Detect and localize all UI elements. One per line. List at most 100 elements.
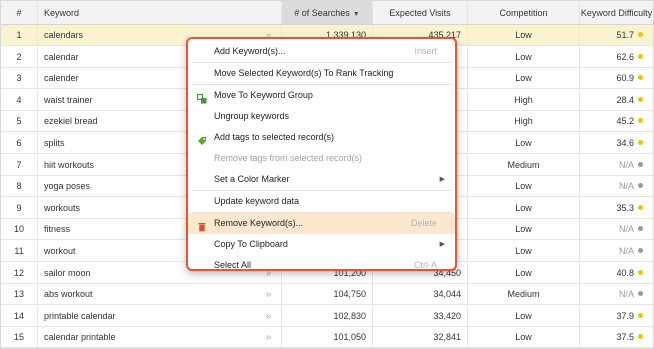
difficulty-indicator-icon [638, 161, 643, 167]
difficulty-indicator-icon [638, 75, 643, 81]
competition-cell: Medium [467, 154, 579, 175]
move-to-rank-tracking-icon[interactable]: » [256, 284, 280, 304]
visits-cell: 33,420 [372, 305, 467, 326]
competition-cell: Low [467, 133, 579, 153]
column-header-searches[interactable]: # of Searches ▼ [281, 1, 372, 24]
difficulty-cell: 37.5 [579, 327, 653, 348]
keyword-cell: printable calendar [37, 305, 281, 326]
competition-cell: High [467, 111, 579, 132]
move-to-rank-tracking-icon[interactable]: » [256, 306, 280, 326]
competition-cell: High [467, 89, 579, 110]
submenu-arrow-icon: ▶ [439, 176, 445, 183]
table-row[interactable]: 14 printable calendar» 102,830 33,420 Low 37.… [1, 305, 653, 327]
row-number: 13 [13, 289, 24, 300]
searches-cell: 102,830 [281, 305, 372, 326]
difficulty-value: 60.9 [616, 73, 634, 84]
difficulty-indicator-icon [638, 118, 643, 124]
difficulty-value: 45.2 [616, 116, 634, 127]
competition-cell: Low [467, 219, 579, 240]
difficulty-value: 35.3 [616, 202, 634, 213]
difficulty-cell: N/A [579, 154, 653, 175]
menu-item-select-all[interactable]: Select All Ctrl-A [188, 255, 455, 276]
column-header-number[interactable]: # [1, 1, 37, 24]
menu-item-label: Move To Keyword Group [214, 90, 313, 100]
row-number: 4 [16, 94, 22, 105]
difficulty-value: 34.6 [616, 138, 634, 148]
row-number: 11 [14, 246, 24, 256]
difficulty-value: 37.9 [616, 310, 634, 321]
table-row[interactable]: 13 abs workout» 104,750 34,044 Medium N/A [1, 284, 653, 306]
searches-cell: 104,750 [281, 284, 372, 305]
menu-item-label: Select All [214, 260, 252, 270]
difficulty-cell: 60.9 [579, 68, 653, 89]
column-header-visits[interactable]: Expected Visits [372, 1, 467, 24]
difficulty-cell: N/A [579, 284, 653, 305]
row-number: 6 [16, 138, 22, 148]
menu-item-add-tags-to-selected-record-s[interactable]: Add tags to selected record(s) [188, 127, 455, 148]
sort-descending-icon: ▼ [352, 11, 360, 18]
difficulty-cell: 45.2 [579, 111, 653, 132]
menu-item-label: Add tags to selected record(s) [214, 132, 335, 142]
difficulty-value: 51.7 [616, 30, 634, 40]
difficulty-indicator-icon [638, 269, 643, 275]
difficulty-value: N/A [618, 159, 634, 170]
menu-item-move-to-keyword-group[interactable]: Move To Keyword Group [188, 85, 455, 106]
row-number: 2 [16, 51, 22, 62]
menu-item-update-keyword-data[interactable]: Update keyword data [188, 191, 455, 212]
searches-cell: 101,050 [281, 327, 372, 348]
difficulty-cell: 34.6 [579, 133, 653, 153]
competition-cell: Low [467, 25, 579, 45]
difficulty-value: N/A [618, 224, 634, 235]
row-number: 5 [16, 116, 22, 127]
menu-item-label: Add Keyword(s)... [214, 46, 286, 56]
difficulty-cell: N/A [579, 241, 653, 261]
menu-item-remove-tags-from-selected-record-s: Remove tags from selected record(s) [188, 148, 455, 169]
row-number: 3 [16, 73, 22, 84]
difficulty-cell: N/A [579, 219, 653, 240]
column-header-difficulty[interactable]: Keyword Difficulty [579, 1, 653, 24]
row-number: 7 [16, 159, 22, 170]
menu-item-set-a-color-marker[interactable]: Set a Color Marker ▶ [188, 169, 455, 190]
visits-cell: 34,044 [372, 284, 467, 305]
table-row[interactable]: 15 calendar printable» 101,050 32,841 Low 37.… [1, 327, 653, 349]
column-header-keyword[interactable]: Keyword [37, 1, 281, 24]
menu-item-add-keyword-s[interactable]: Add Keyword(s)... Insert [188, 41, 455, 62]
competition-cell: Low [467, 241, 579, 261]
menu-item-label: Set a Color Marker [214, 174, 290, 184]
difficulty-indicator-icon [638, 96, 643, 102]
menu-item-shortcut: Ctrl-A [414, 260, 437, 270]
competition-cell: Low [467, 305, 579, 326]
menu-item-label: Move Selected Keyword(s) To Rank Trackin… [214, 68, 394, 78]
competition-cell: Low [467, 327, 579, 348]
trash-icon [197, 219, 207, 232]
menu-item-move-selected-keyword-s-to-rank-tracking[interactable]: Move Selected Keyword(s) To Rank Trackin… [188, 63, 455, 84]
competition-cell: Low [467, 176, 579, 197]
column-header-competition[interactable]: Competition [467, 1, 579, 24]
difficulty-indicator-icon [638, 204, 643, 210]
difficulty-indicator-icon [638, 183, 643, 189]
table-header: # Keyword # of Searches ▼ Expected Visits… [1, 1, 653, 25]
column-header-searches-label: # of Searches [294, 8, 350, 18]
competition-cell: Medium [467, 284, 579, 305]
difficulty-indicator-icon [638, 32, 643, 37]
menu-item-copy-to-clipboard[interactable]: Copy To Clipboard ▶ [188, 234, 455, 255]
menu-item-label: Copy To Clipboard [214, 239, 288, 249]
difficulty-value: 40.8 [616, 267, 634, 278]
difficulty-value: N/A [618, 181, 634, 192]
difficulty-indicator-icon [638, 53, 643, 59]
difficulty-cell: 51.7 [579, 25, 653, 45]
menu-item-remove-keyword-s[interactable]: Remove Keyword(s)... Delete [188, 213, 455, 234]
visits-cell: 32,841 [372, 327, 467, 348]
competition-cell: Low [467, 197, 579, 218]
menu-item-ungroup-keywords[interactable]: Ungroup keywords [188, 106, 455, 127]
keyword-cell: abs workout [37, 284, 281, 305]
menu-item-label: Update keyword data [214, 196, 300, 206]
difficulty-indicator-icon [638, 334, 643, 340]
difficulty-value: 37.5 [616, 332, 634, 343]
competition-cell: Low [467, 46, 579, 67]
row-number: 8 [16, 181, 22, 192]
menu-item-label: Ungroup keywords [214, 111, 290, 121]
move-to-rank-tracking-icon[interactable]: » [256, 327, 280, 347]
difficulty-cell: 35.3 [579, 197, 653, 218]
row-number: 1 [16, 30, 22, 40]
